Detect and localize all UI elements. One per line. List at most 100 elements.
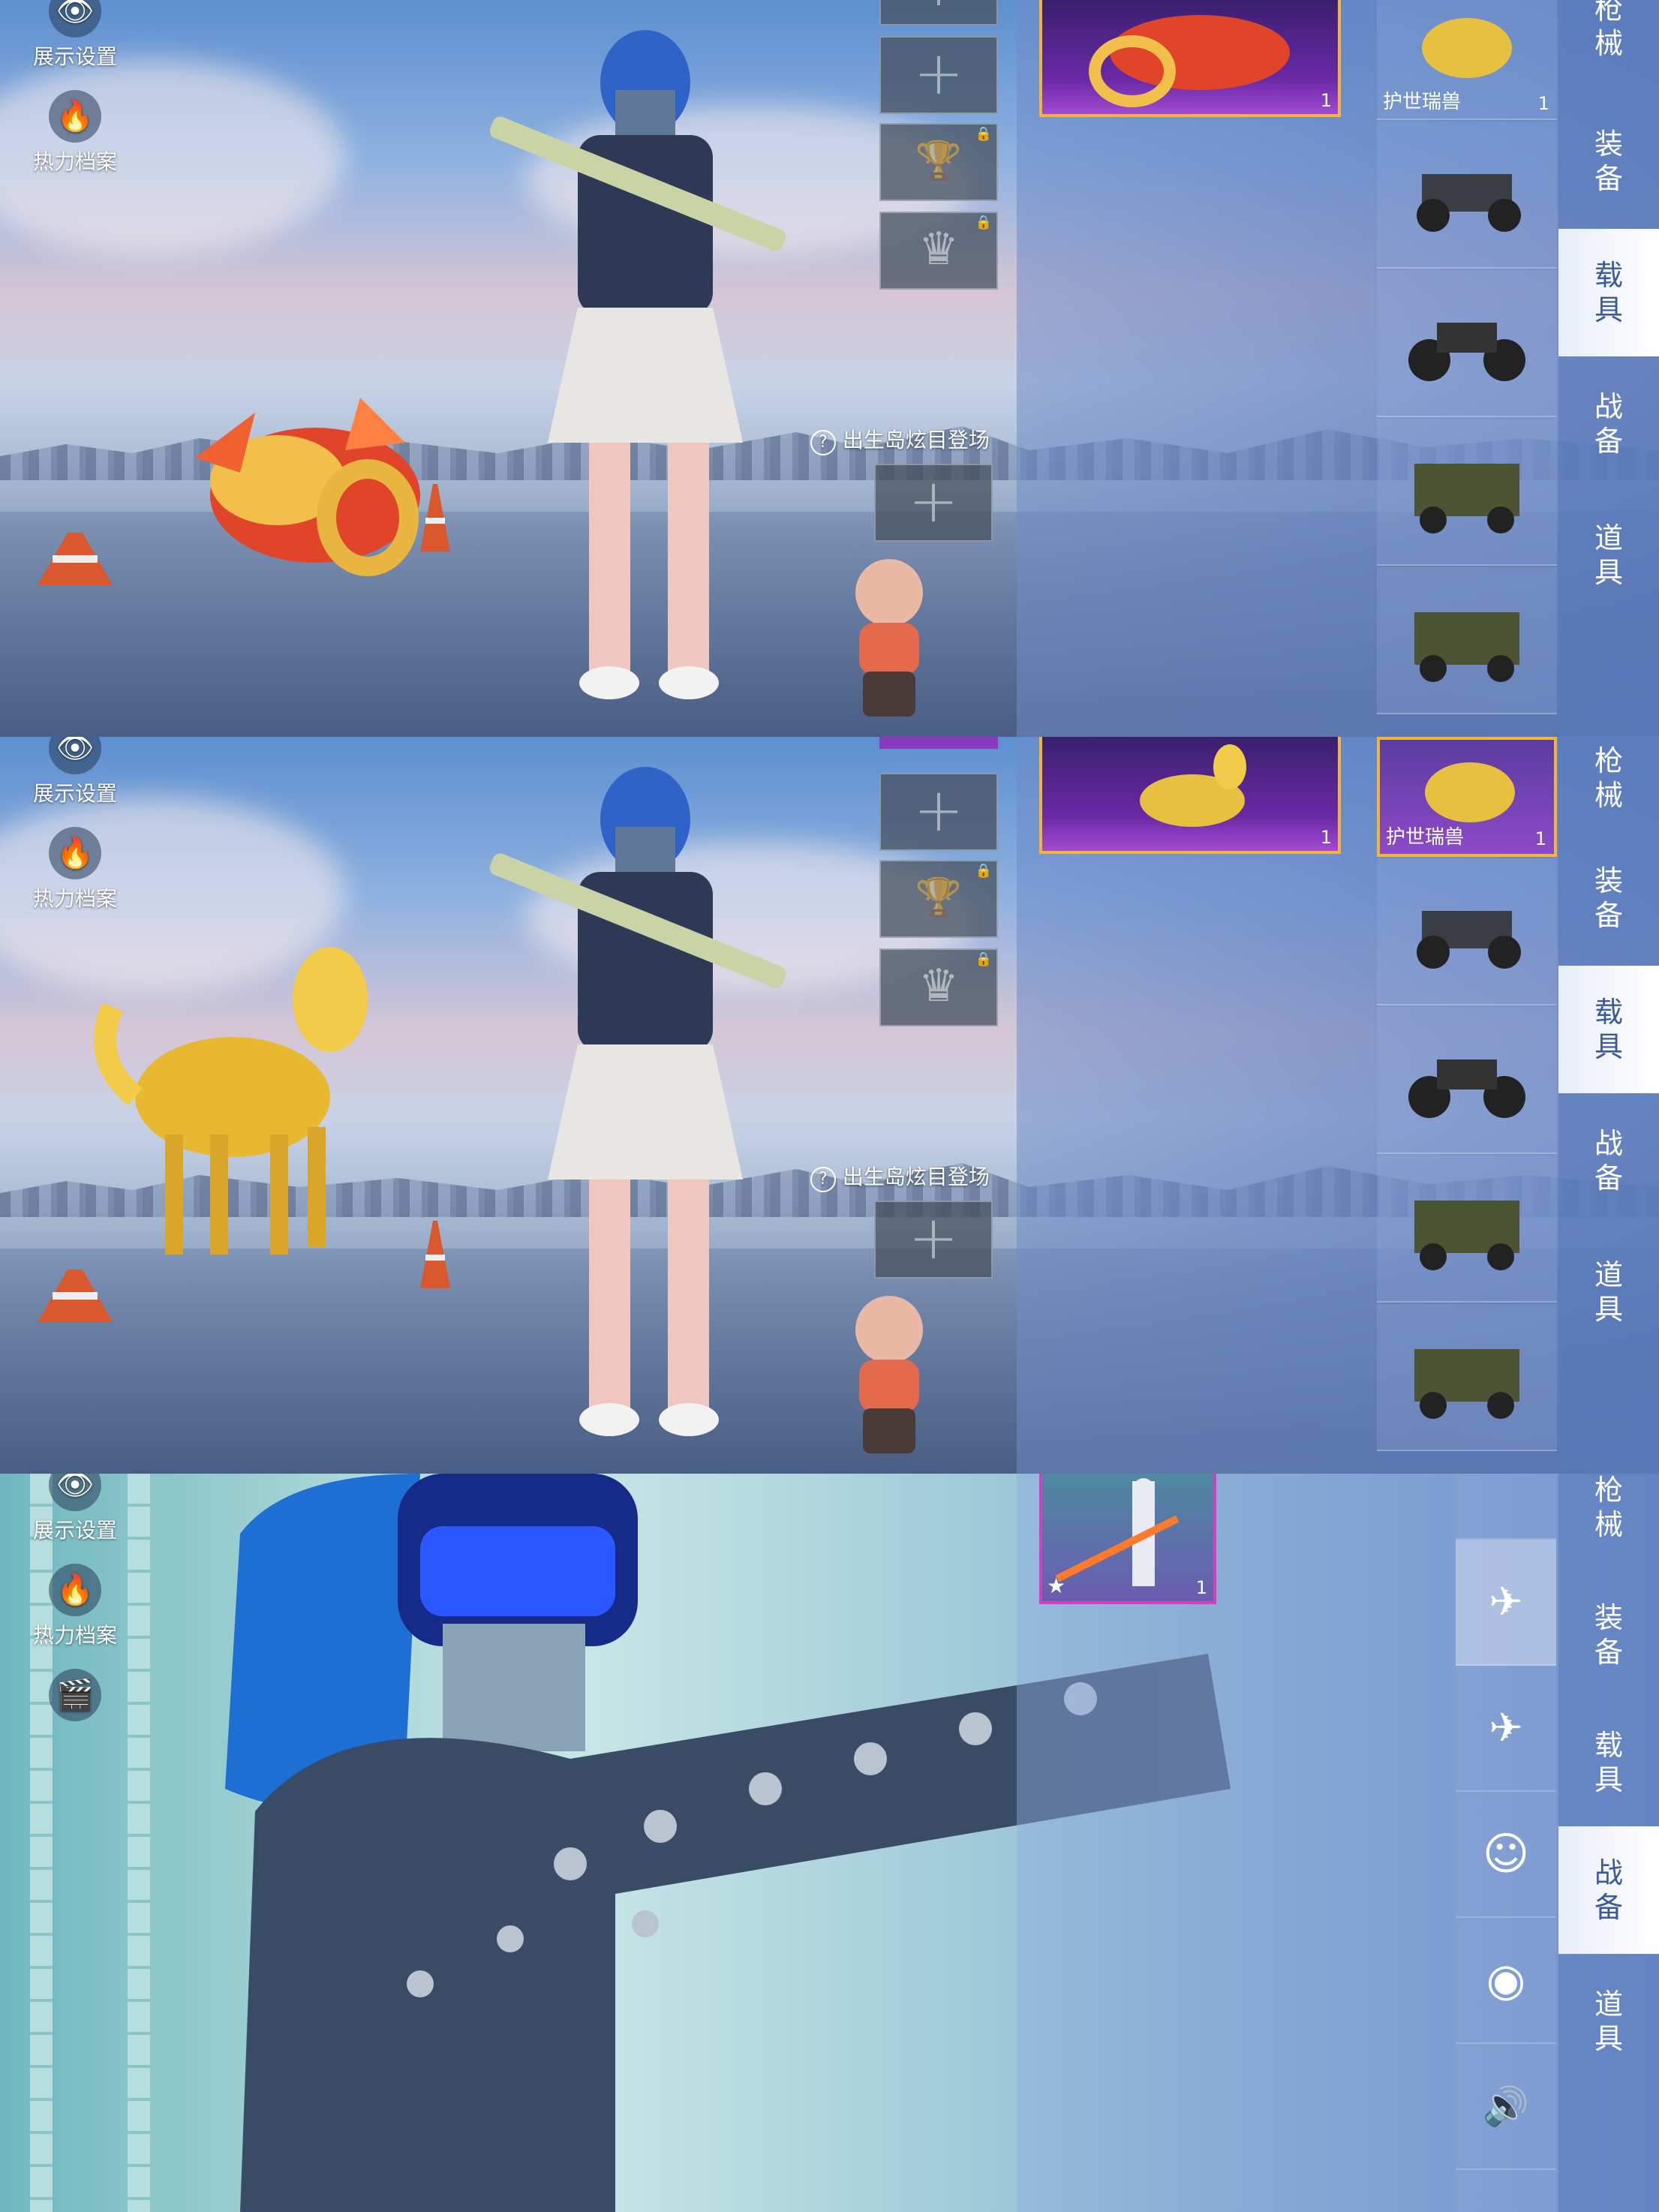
tab-equipment[interactable]: 装备 [1558, 1571, 1659, 1699]
tab-label: 载具 [1594, 259, 1623, 326]
heat-profile-label: 热力档案 [32, 149, 117, 174]
lock-icon: 🔒 [975, 126, 992, 142]
crown-icon: ♛ [918, 223, 959, 275]
tab-label: 装备 [1594, 1601, 1623, 1669]
item-qty: 1 [1534, 828, 1546, 849]
tab-gear[interactable]: 战备 [1558, 360, 1659, 488]
tab-vehicles[interactable]: 载具 [1558, 1699, 1659, 1826]
featured-item-card[interactable]: 1 [1039, 737, 1341, 854]
buggy-thumbnail [1417, 911, 1521, 969]
gear-subcategory-list: ⌒ ✈ ✈ ☺ ◉ 🔊 [1456, 1474, 1556, 2212]
eye-icon: 👁 [49, 1474, 101, 1511]
entrance-label[interactable]: ? 出生岛炫目登场 [810, 424, 990, 455]
fire-icon: 🔥 [49, 1564, 101, 1616]
tab-vehicles[interactable]: 载具 [1558, 966, 1659, 1093]
subcategory-parachute[interactable]: ⌒ [1456, 1474, 1556, 1540]
help-icon: ? [810, 1167, 836, 1192]
golden-steed-model [94, 947, 368, 1255]
replay-video-button[interactable]: 🎬 [23, 1669, 128, 1724]
list-item-golden-steed[interactable]: 护世瑞兽 1 [1377, 0, 1557, 120]
subcategory-companion[interactable]: ◉ [1456, 1918, 1556, 2044]
motorcycle-thumbnail [1408, 1059, 1525, 1118]
lock-icon: 🔒 [975, 215, 992, 230]
help-icon: ? [810, 430, 836, 455]
drone-icon: ✈ [1489, 1578, 1523, 1625]
eye-icon: 👁 [49, 737, 101, 774]
subcategory-voice[interactable]: 🔊 [1456, 2044, 1556, 2170]
tab-firearms[interactable]: 枪械 [1558, 737, 1659, 842]
fire-icon: 🔥 [49, 90, 101, 143]
item-name: 护世瑞兽 [1383, 91, 1462, 113]
golden-steed-thumbnail [1422, 18, 1512, 78]
equip-slot-crown-locked[interactable]: ♛ 🔒 [879, 212, 998, 290]
tab-label: 枪械 [1594, 0, 1623, 60]
heat-profile-label: 热力档案 [32, 1623, 117, 1648]
tab-label: 枪械 [1594, 1474, 1623, 1541]
lock-icon: 🔒 [975, 863, 992, 879]
fire-icon: 🔥 [49, 827, 101, 879]
display-settings-label: 展示设置 [32, 44, 117, 69]
featured-item-card[interactable]: ★ 1 [1039, 1474, 1216, 1604]
featured-count: 1 [1195, 1577, 1207, 1598]
list-item-golden-steed[interactable]: 护世瑞兽 1 [1377, 737, 1557, 857]
screen-panel-vehicle-motorcycle: 👁 展示设置 🔥 热力档案 + + 🏆 🔒 ♛ 🔒 ? 出生岛炫目登场 + 1 … [0, 0, 1659, 737]
equip-slot-crown-locked[interactable]: ♛ 🔒 [879, 948, 998, 1026]
heat-profile-button[interactable]: 🔥 热力档案 [23, 1564, 128, 1649]
tab-label: 道具 [1594, 521, 1623, 589]
equip-slot-empty[interactable]: + [879, 36, 998, 114]
list-item-jeep[interactable] [1377, 1304, 1557, 1451]
equip-slot-trophy-locked[interactable]: 🏆 🔒 [879, 123, 998, 201]
robot-icon: ◉ [1486, 1954, 1526, 2006]
tab-vehicles[interactable]: 载具 [1558, 229, 1659, 356]
equip-slot-trophy-locked[interactable]: 🏆 🔒 [879, 860, 998, 938]
plus-icon: + [913, 775, 964, 845]
traffic-cone [38, 533, 113, 585]
list-item-motorcycle[interactable] [1377, 1007, 1557, 1154]
equip-slot-empty[interactable]: + [879, 773, 998, 851]
tab-items[interactable]: 道具 [1558, 1228, 1659, 1356]
motorcycle-thumbnail [1408, 323, 1525, 381]
entrance-label[interactable]: ? 出生岛炫目登场 [810, 1161, 990, 1192]
golden-steed-thumbnail [1140, 744, 1246, 827]
tab-gear[interactable]: 战备 [1558, 1097, 1659, 1225]
entrance-slot-empty[interactable]: + [874, 464, 993, 542]
equip-slot-empty[interactable]: + [879, 0, 998, 26]
display-settings-button[interactable]: 👁 展示设置 [23, 737, 128, 807]
tab-firearms[interactable]: 枪械 [1558, 1474, 1659, 1571]
tab-equipment[interactable]: 装备 [1558, 98, 1659, 225]
display-settings-button[interactable]: 👁 展示设置 [23, 0, 128, 71]
heat-profile-button[interactable]: 🔥 热力档案 [23, 827, 128, 912]
item-name: 护世瑞兽 [1386, 826, 1465, 849]
display-settings-label: 展示设置 [32, 1518, 117, 1543]
list-item-buggy[interactable] [1377, 858, 1557, 1005]
speaker-icon: 🔊 [1482, 2084, 1530, 2128]
tab-items[interactable]: 道具 [1558, 1958, 1659, 2085]
entrance-slot-empty[interactable]: + [874, 1201, 993, 1279]
companion-pet [855, 559, 923, 717]
list-item-buggy[interactable] [1377, 122, 1557, 269]
plus-icon: + [908, 466, 959, 536]
tab-gear[interactable]: 战备 [1558, 1826, 1659, 1954]
jeep-thumbnail [1414, 1349, 1519, 1419]
featured-item-card[interactable]: 1 [1039, 0, 1341, 117]
subcategory-plane[interactable]: ✈ [1456, 1666, 1556, 1792]
display-settings-button[interactable]: 👁 展示设置 [23, 1474, 128, 1544]
film-icon: 🎬 [49, 1669, 101, 1721]
list-item-jeep[interactable] [1377, 567, 1557, 714]
heat-profile-button[interactable]: 🔥 热力档案 [23, 90, 128, 176]
list-item-jeep[interactable] [1377, 1156, 1557, 1303]
tab-label: 载具 [1594, 996, 1623, 1063]
tab-firearms[interactable]: 枪械 [1558, 0, 1659, 90]
subcategory-emote[interactable]: ☺ [1456, 1792, 1556, 1918]
tab-items[interactable]: 道具 [1558, 491, 1659, 619]
screen-panel-vehicle-steed: 👁 展示设置 🔥 热力档案 + 🏆 🔒 ♛ 🔒 ? 出生岛炫目登场 + 1 护世… [0, 737, 1659, 1474]
flame-motorcycle-model [195, 398, 420, 576]
tab-equipment[interactable]: 装备 [1558, 834, 1659, 962]
entrance-label-text: 出生岛炫目登场 [842, 1165, 990, 1189]
screen-panel-gear-closeup: 👁 展示设置 🔥 热力档案 🎬 ★ 1 ⌒ ✈ ✈ ☺ ◉ 🔊 枪械 装备 载具… [0, 1474, 1659, 2212]
list-item-motorcycle[interactable] [1377, 270, 1557, 417]
subcategory-drone[interactable]: ✈ [1456, 1540, 1556, 1666]
list-item-jeep[interactable] [1377, 419, 1557, 566]
traffic-cone [420, 1221, 450, 1288]
wall-pillar [128, 1474, 150, 2212]
